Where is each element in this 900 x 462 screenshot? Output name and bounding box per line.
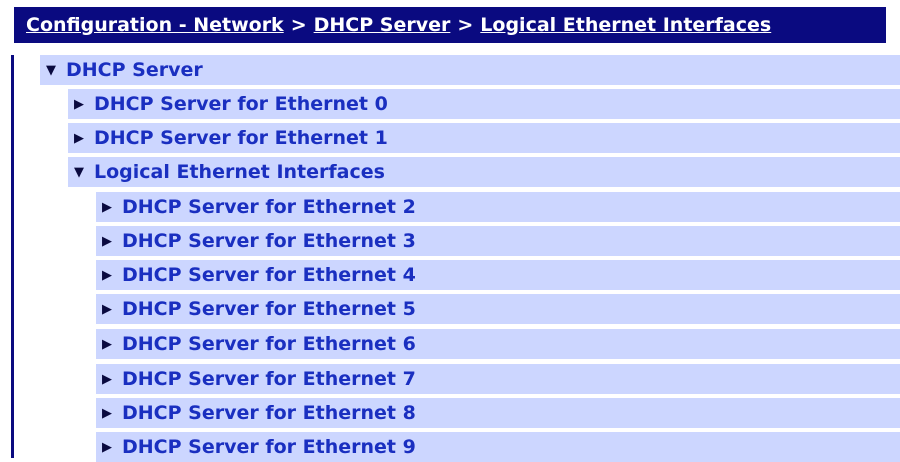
tree-node-ethernet-6[interactable]: ▶ DHCP Server for Ethernet 6 bbox=[96, 329, 900, 359]
tree-node-label: DHCP Server for Ethernet 9 bbox=[122, 436, 416, 458]
tree-node-label: DHCP Server for Ethernet 0 bbox=[94, 93, 388, 115]
tree-node-ethernet-8[interactable]: ▶ DHCP Server for Ethernet 8 bbox=[96, 398, 900, 428]
collapsed-triangle-icon: ▶ bbox=[102, 233, 112, 249]
tree-node-label: DHCP Server for Ethernet 3 bbox=[122, 230, 416, 252]
tree-node-ethernet-3[interactable]: ▶ DHCP Server for Ethernet 3 bbox=[96, 226, 900, 256]
navigation-tree: ▼ DHCP Server ▶ DHCP Server for Ethernet… bbox=[0, 0, 900, 462]
tree-node-ethernet-5[interactable]: ▶ DHCP Server for Ethernet 5 bbox=[96, 294, 900, 324]
collapsed-triangle-icon: ▶ bbox=[102, 267, 112, 283]
tree-node-label: DHCP Server for Ethernet 2 bbox=[122, 196, 416, 218]
tree-node-label: DHCP Server for Ethernet 4 bbox=[122, 264, 416, 286]
tree-node-ethernet-1[interactable]: ▶ DHCP Server for Ethernet 1 bbox=[68, 123, 900, 153]
collapsed-triangle-icon: ▶ bbox=[102, 371, 112, 387]
collapsed-triangle-icon: ▶ bbox=[102, 301, 112, 317]
tree-node-label: DHCP Server for Ethernet 6 bbox=[122, 333, 416, 355]
tree-node-label: Logical Ethernet Interfaces bbox=[94, 161, 385, 183]
tree-node-label: DHCP Server for Ethernet 8 bbox=[122, 402, 416, 424]
collapsed-triangle-icon: ▶ bbox=[102, 199, 112, 215]
tree-node-label: DHCP Server for Ethernet 5 bbox=[122, 298, 416, 320]
collapsed-triangle-icon: ▶ bbox=[74, 96, 84, 112]
tree-node-label: DHCP Server for Ethernet 7 bbox=[122, 368, 416, 390]
tree-node-label: DHCP Server for Ethernet 1 bbox=[94, 127, 388, 149]
collapsed-triangle-icon: ▶ bbox=[102, 439, 112, 455]
collapsed-triangle-icon: ▶ bbox=[102, 336, 112, 352]
collapsed-triangle-icon: ▶ bbox=[74, 130, 84, 146]
tree-node-label: DHCP Server bbox=[66, 59, 203, 81]
tree-node-ethernet-2[interactable]: ▶ DHCP Server for Ethernet 2 bbox=[96, 192, 900, 222]
tree-node-dhcp-server[interactable]: ▼ DHCP Server bbox=[40, 55, 900, 85]
collapsed-triangle-icon: ▶ bbox=[102, 405, 112, 421]
tree-node-logical-ethernet-interfaces[interactable]: ▼ Logical Ethernet Interfaces bbox=[68, 157, 900, 187]
expanded-triangle-icon: ▼ bbox=[46, 62, 56, 78]
tree-node-ethernet-4[interactable]: ▶ DHCP Server for Ethernet 4 bbox=[96, 260, 900, 290]
tree-node-ethernet-0[interactable]: ▶ DHCP Server for Ethernet 0 bbox=[68, 89, 900, 119]
expanded-triangle-icon: ▼ bbox=[74, 164, 84, 180]
tree-node-ethernet-7[interactable]: ▶ DHCP Server for Ethernet 7 bbox=[96, 364, 900, 394]
